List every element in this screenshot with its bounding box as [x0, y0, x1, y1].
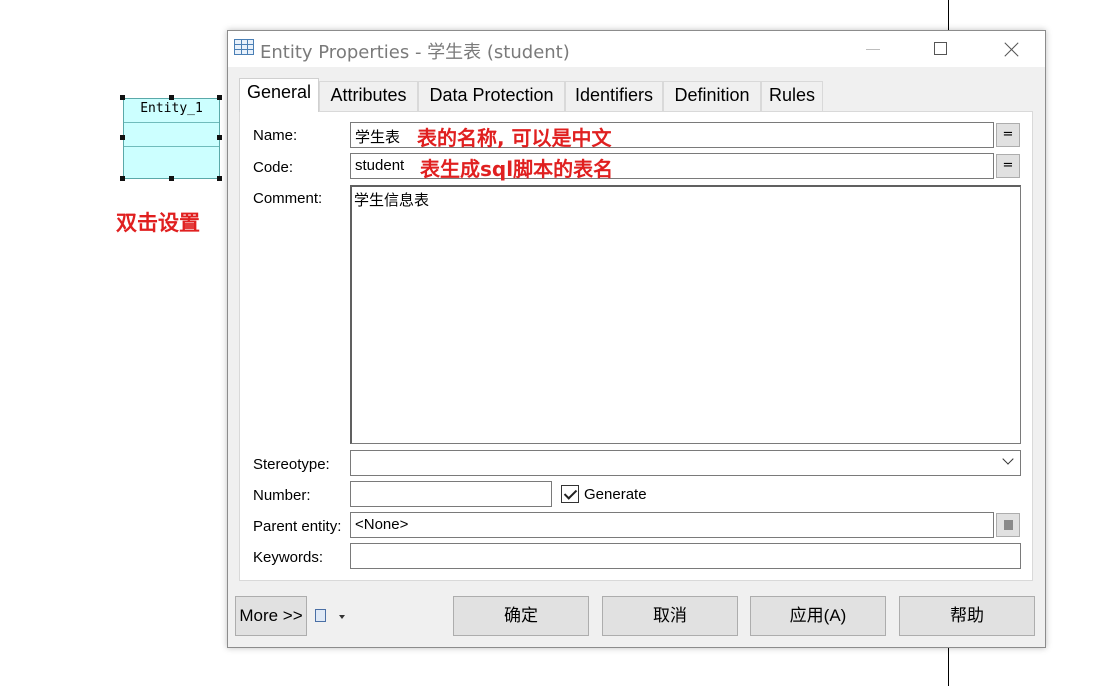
more-button[interactable]: More >> [235, 596, 307, 636]
maximize-icon[interactable] [918, 31, 964, 67]
selection-handle[interactable] [120, 135, 125, 140]
dialog-title: Entity Properties - 学生表 (student) [260, 42, 570, 63]
tab-identifiers[interactable]: Identifiers [565, 81, 663, 111]
canvas-divider-line [948, 648, 949, 686]
entity-symbol[interactable]: Entity_1 [123, 98, 220, 179]
keywords-field[interactable] [350, 543, 1021, 569]
name-equals-button[interactable]: = [996, 123, 1020, 147]
ok-button[interactable]: 确定 [453, 596, 589, 636]
generate-label: Generate [584, 486, 647, 503]
stereotype-select[interactable] [350, 450, 1021, 476]
code-annotation: 表生成sql脚本的表名 [420, 157, 614, 181]
selection-handle[interactable] [169, 176, 174, 181]
tab-rules[interactable]: Rules [761, 81, 823, 111]
cancel-button[interactable]: 取消 [602, 596, 738, 636]
tab-definition[interactable]: Definition [663, 81, 761, 111]
selection-handle[interactable] [217, 135, 222, 140]
selection-handle[interactable] [169, 95, 174, 100]
comment-label: Comment: [253, 190, 323, 207]
tab-data-protection[interactable]: Data Protection [418, 81, 565, 111]
name-label: Name: [253, 127, 298, 144]
number-field[interactable] [350, 481, 552, 507]
double-click-annotation: 双击设置 [116, 211, 200, 235]
generate-checkbox[interactable] [561, 485, 579, 503]
stereotype-label: Stereotype: [253, 456, 330, 473]
entity-name: Entity_1 [140, 101, 203, 116]
tab-attributes[interactable]: Attributes [319, 81, 418, 111]
selection-handle[interactable] [217, 95, 222, 100]
table-icon [234, 39, 254, 55]
entity-separator [124, 146, 219, 147]
help-button[interactable]: 帮助 [899, 596, 1035, 636]
canvas-divider-line [948, 0, 949, 30]
selection-handle[interactable] [217, 176, 222, 181]
title-bar[interactable]: Entity Properties - 学生表 (student) [228, 31, 1045, 67]
selection-handle[interactable] [120, 95, 125, 100]
minimize-icon[interactable] [850, 31, 896, 67]
code-equals-button[interactable]: = [996, 154, 1020, 178]
code-label: Code: [253, 159, 294, 176]
keywords-label: Keywords: [253, 549, 324, 566]
parent-entity-label: Parent entity: [253, 518, 342, 535]
name-annotation: 表的名称, 可以是中文 [417, 126, 612, 150]
tab-general[interactable]: General [239, 78, 319, 112]
number-label: Number: [253, 487, 311, 504]
properties-icon[interactable] [996, 513, 1020, 537]
parent-entity-field[interactable]: <None> [350, 512, 994, 538]
comment-textarea[interactable]: 学生信息表 [350, 185, 1021, 444]
apply-button[interactable]: 应用(A) [750, 596, 886, 636]
print-menu-icon[interactable] [315, 609, 345, 623]
entity-separator [124, 122, 219, 123]
chevron-down-icon[interactable] [1000, 453, 1014, 469]
selection-handle[interactable] [120, 176, 125, 181]
entity-properties-dialog: Entity Properties - 学生表 (student) Genera… [227, 30, 1046, 648]
close-icon[interactable] [989, 31, 1035, 67]
